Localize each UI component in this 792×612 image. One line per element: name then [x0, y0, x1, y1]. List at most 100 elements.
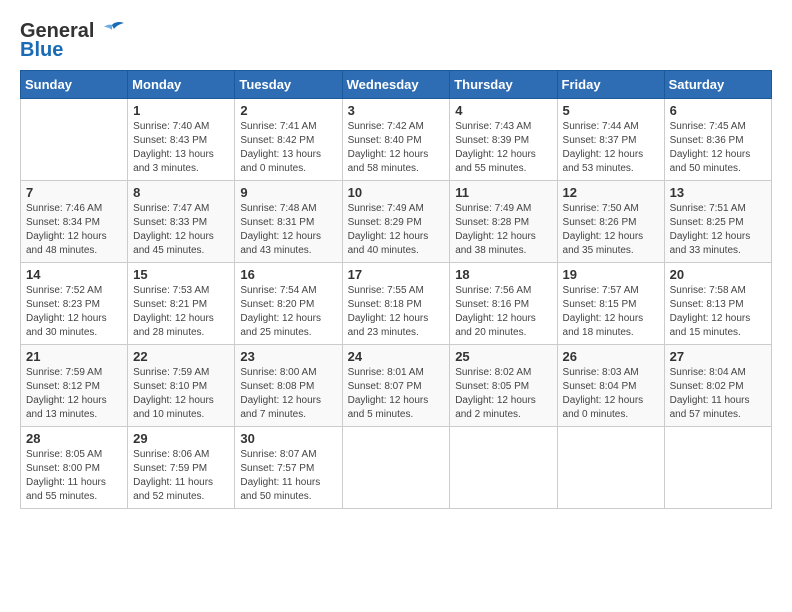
- calendar-week-row: 21Sunrise: 7:59 AM Sunset: 8:12 PM Dayli…: [21, 345, 772, 427]
- calendar-cell: 29 Sunrise: 8:06 AM Sunset: 7:59 PM Dayli…: [128, 427, 235, 509]
- day-info: Sunrise: 8:07 AM Sunset: 7:57 PM Dayligh…: [240, 448, 336, 504]
- day-number: 30: [240, 431, 336, 446]
- day-number: 11: [455, 185, 551, 200]
- calendar-cell: 18 Sunrise: 7:56 AM Sunset: 8:16 PM Dayli…: [450, 263, 557, 345]
- day-number: 2: [240, 103, 336, 118]
- day-info: Sunrise: 8:04 AM Sunset: 8:02 PM Dayligh…: [670, 366, 766, 422]
- day-info: Sunrise: 7:45 AM Sunset: 8:36 PM Dayligh…: [670, 120, 766, 176]
- weekday-header-sunday: Sunday: [21, 71, 128, 99]
- day-info: Sunrise: 7:52 AM Sunset: 8:23 PM Dayligh…: [26, 284, 122, 340]
- day-number: 25: [455, 349, 551, 364]
- weekday-header-thursday: Thursday: [450, 71, 557, 99]
- day-number: 14: [26, 267, 122, 282]
- day-info: Sunrise: 7:49 AM Sunset: 8:28 PM Dayligh…: [455, 202, 551, 258]
- day-number: 1: [133, 103, 229, 118]
- day-info: Sunrise: 7:51 AM Sunset: 8:25 PM Dayligh…: [670, 202, 766, 258]
- day-number: 17: [348, 267, 445, 282]
- day-info: Sunrise: 7:49 AM Sunset: 8:29 PM Dayligh…: [348, 202, 445, 258]
- day-number: 19: [563, 267, 659, 282]
- day-number: 8: [133, 185, 229, 200]
- calendar-cell: 13 Sunrise: 7:51 AM Sunset: 8:25 PM Dayli…: [664, 181, 771, 263]
- logo-bird-icon: [98, 21, 126, 43]
- calendar-cell: 3 Sunrise: 7:42 AM Sunset: 8:40 PM Daylig…: [342, 99, 450, 181]
- calendar-cell: [21, 99, 128, 181]
- day-number: 22: [133, 349, 229, 364]
- day-info: Sunrise: 8:05 AM Sunset: 8:00 PM Dayligh…: [26, 448, 122, 504]
- calendar-cell: 8 Sunrise: 7:47 AM Sunset: 8:33 PM Daylig…: [128, 181, 235, 263]
- weekday-header-wednesday: Wednesday: [342, 71, 450, 99]
- day-info: Sunrise: 7:59 AM Sunset: 8:12 PM Dayligh…: [26, 366, 122, 422]
- weekday-header-friday: Friday: [557, 71, 664, 99]
- day-number: 3: [348, 103, 445, 118]
- day-info: Sunrise: 7:40 AM Sunset: 8:43 PM Dayligh…: [133, 120, 229, 176]
- day-info: Sunrise: 7:41 AM Sunset: 8:42 PM Dayligh…: [240, 120, 336, 176]
- calendar-cell: 6 Sunrise: 7:45 AM Sunset: 8:36 PM Daylig…: [664, 99, 771, 181]
- day-number: 23: [240, 349, 336, 364]
- day-info: Sunrise: 7:42 AM Sunset: 8:40 PM Dayligh…: [348, 120, 445, 176]
- calendar-cell: 14 Sunrise: 7:52 AM Sunset: 8:23 PM Dayli…: [21, 263, 128, 345]
- calendar-week-row: 28Sunrise: 8:05 AM Sunset: 8:00 PM Dayli…: [21, 427, 772, 509]
- calendar-cell: 11 Sunrise: 7:49 AM Sunset: 8:28 PM Dayli…: [450, 181, 557, 263]
- day-info: Sunrise: 8:01 AM Sunset: 8:07 PM Dayligh…: [348, 366, 445, 422]
- calendar-cell: 22 Sunrise: 7:59 AM Sunset: 8:10 PM Dayli…: [128, 345, 235, 427]
- calendar-cell: [557, 427, 664, 509]
- logo: General Blue: [20, 20, 126, 62]
- day-info: Sunrise: 8:00 AM Sunset: 8:08 PM Dayligh…: [240, 366, 336, 422]
- weekday-header-tuesday: Tuesday: [235, 71, 342, 99]
- calendar-header-row: SundayMondayTuesdayWednesdayThursdayFrid…: [21, 71, 772, 99]
- calendar-week-row: 1 Sunrise: 7:40 AM Sunset: 8:43 PM Daylig…: [21, 99, 772, 181]
- calendar-cell: 4Sunrise: 7:43 AM Sunset: 8:39 PM Daylig…: [450, 99, 557, 181]
- day-number: 9: [240, 185, 336, 200]
- day-number: 5: [563, 103, 659, 118]
- calendar-cell: 20 Sunrise: 7:58 AM Sunset: 8:13 PM Dayli…: [664, 263, 771, 345]
- day-number: 7: [26, 185, 122, 200]
- day-info: Sunrise: 7:44 AM Sunset: 8:37 PM Dayligh…: [563, 120, 659, 176]
- calendar-cell: 10 Sunrise: 7:49 AM Sunset: 8:29 PM Dayli…: [342, 181, 450, 263]
- day-info: Sunrise: 7:54 AM Sunset: 8:20 PM Dayligh…: [240, 284, 336, 340]
- calendar-cell: 27Sunrise: 8:04 AM Sunset: 8:02 PM Dayli…: [664, 345, 771, 427]
- day-info: Sunrise: 7:58 AM Sunset: 8:13 PM Dayligh…: [670, 284, 766, 340]
- day-info: Sunrise: 7:57 AM Sunset: 8:15 PM Dayligh…: [563, 284, 659, 340]
- day-number: 24: [348, 349, 445, 364]
- calendar-cell: 9 Sunrise: 7:48 AM Sunset: 8:31 PM Daylig…: [235, 181, 342, 263]
- calendar-cell: 30 Sunrise: 8:07 AM Sunset: 7:57 PM Dayli…: [235, 427, 342, 509]
- day-number: 15: [133, 267, 229, 282]
- calendar-cell: 2 Sunrise: 7:41 AM Sunset: 8:42 PM Daylig…: [235, 99, 342, 181]
- day-info: Sunrise: 8:02 AM Sunset: 8:05 PM Dayligh…: [455, 366, 551, 422]
- day-number: 16: [240, 267, 336, 282]
- weekday-header-monday: Monday: [128, 71, 235, 99]
- page-header: General Blue: [20, 20, 772, 62]
- day-info: Sunrise: 8:06 AM Sunset: 7:59 PM Dayligh…: [133, 448, 229, 504]
- day-info: Sunrise: 7:56 AM Sunset: 8:16 PM Dayligh…: [455, 284, 551, 340]
- day-info: Sunrise: 7:59 AM Sunset: 8:10 PM Dayligh…: [133, 366, 229, 422]
- calendar-cell: 28Sunrise: 8:05 AM Sunset: 8:00 PM Dayli…: [21, 427, 128, 509]
- calendar-cell: 1 Sunrise: 7:40 AM Sunset: 8:43 PM Daylig…: [128, 99, 235, 181]
- calendar-cell: 16 Sunrise: 7:54 AM Sunset: 8:20 PM Dayli…: [235, 263, 342, 345]
- calendar-week-row: 14 Sunrise: 7:52 AM Sunset: 8:23 PM Dayli…: [21, 263, 772, 345]
- weekday-header-saturday: Saturday: [664, 71, 771, 99]
- calendar-cell: 23 Sunrise: 8:00 AM Sunset: 8:08 PM Dayli…: [235, 345, 342, 427]
- calendar-cell: 12Sunrise: 7:50 AM Sunset: 8:26 PM Dayli…: [557, 181, 664, 263]
- day-number: 13: [670, 185, 766, 200]
- day-info: Sunrise: 7:53 AM Sunset: 8:21 PM Dayligh…: [133, 284, 229, 340]
- calendar-cell: 17 Sunrise: 7:55 AM Sunset: 8:18 PM Dayli…: [342, 263, 450, 345]
- calendar-week-row: 7 Sunrise: 7:46 AM Sunset: 8:34 PM Daylig…: [21, 181, 772, 263]
- day-number: 29: [133, 431, 229, 446]
- day-number: 6: [670, 103, 766, 118]
- calendar-body: 1 Sunrise: 7:40 AM Sunset: 8:43 PM Daylig…: [21, 99, 772, 509]
- day-number: 12: [563, 185, 659, 200]
- day-number: 4: [455, 103, 551, 118]
- calendar-cell: 15 Sunrise: 7:53 AM Sunset: 8:21 PM Dayli…: [128, 263, 235, 345]
- day-info: Sunrise: 7:48 AM Sunset: 8:31 PM Dayligh…: [240, 202, 336, 258]
- day-number: 20: [670, 267, 766, 282]
- day-info: Sunrise: 7:46 AM Sunset: 8:34 PM Dayligh…: [26, 202, 122, 258]
- calendar-cell: 24 Sunrise: 8:01 AM Sunset: 8:07 PM Dayli…: [342, 345, 450, 427]
- day-info: Sunrise: 7:55 AM Sunset: 8:18 PM Dayligh…: [348, 284, 445, 340]
- day-number: 18: [455, 267, 551, 282]
- calendar-cell: 7 Sunrise: 7:46 AM Sunset: 8:34 PM Daylig…: [21, 181, 128, 263]
- day-info: Sunrise: 7:47 AM Sunset: 8:33 PM Dayligh…: [133, 202, 229, 258]
- day-number: 10: [348, 185, 445, 200]
- day-number: 26: [563, 349, 659, 364]
- calendar-cell: 25 Sunrise: 8:02 AM Sunset: 8:05 PM Dayli…: [450, 345, 557, 427]
- calendar-cell: 19 Sunrise: 7:57 AM Sunset: 8:15 PM Dayli…: [557, 263, 664, 345]
